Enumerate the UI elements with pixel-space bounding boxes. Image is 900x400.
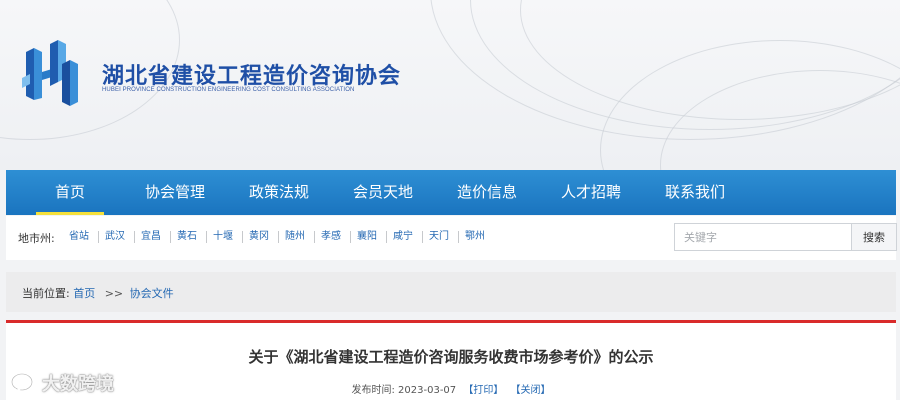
article-panel: 关于《湖北省建设工程造价咨询服务收费市场参考价》的公示 发布时间: 2023-0… [6, 320, 896, 400]
watermark-text: 大数跨境 [42, 374, 114, 395]
site-subtitle: HUBEI PROVINCE CONSTRUCTION ENGINEERING … [102, 87, 355, 93]
article-title: 关于《湖北省建设工程造价咨询服务收费市场参考价》的公示 [248, 348, 654, 366]
breadcrumb-label: 当前位置: [22, 287, 70, 300]
search-input[interactable] [674, 223, 852, 251]
city-label: 地市州: [18, 232, 55, 245]
print-link[interactable]: 【打印】 [463, 385, 503, 396]
city-link[interactable]: 黄冈 [243, 231, 279, 243]
header-banner: 湖北省建设工程造价咨询协会 HUBEI PROVINCE CONSTRUCTIO… [0, 0, 900, 170]
search-button[interactable]: 搜索 [851, 223, 897, 251]
publish-date-label: 发布时间: [351, 385, 395, 396]
breadcrumb-home-link[interactable]: 首页 [73, 287, 95, 300]
city-list: 省站 武汉 宜昌 黄石 十堰 黄冈 随州 孝感 襄阳 咸宁 天门 鄂州 [63, 230, 494, 244]
city-link[interactable]: 鄂州 [459, 231, 494, 243]
watermark: 大数跨境 [10, 370, 114, 396]
close-link[interactable]: 【关闭】 [511, 385, 551, 396]
nav-item-policy[interactable]: 政策法规 [236, 170, 322, 215]
city-link[interactable]: 咸宁 [387, 231, 423, 243]
nav-item-association[interactable]: 协会管理 [132, 170, 218, 215]
nav-item-members[interactable]: 会员天地 [340, 170, 426, 215]
nav-item-home[interactable]: 首页 [34, 170, 106, 215]
publish-date: 2023-03-07 [398, 385, 457, 396]
association-logo-icon [22, 40, 78, 106]
main-nav: 首页 协会管理 政策法规 会员天地 造价信息 人才招聘 联系我们 [6, 170, 896, 215]
city-link[interactable]: 天门 [423, 231, 459, 243]
city-link[interactable]: 襄阳 [351, 231, 387, 243]
city-link[interactable]: 黄石 [171, 231, 207, 243]
chat-bubble-icon [10, 372, 34, 394]
nav-item-cost-info[interactable]: 造价信息 [444, 170, 530, 215]
city-link[interactable]: 随州 [279, 231, 315, 243]
city-link[interactable]: 十堰 [207, 231, 243, 243]
city-bar: 地市州: 省站 武汉 宜昌 黄石 十堰 黄冈 随州 孝感 襄阳 咸宁 天门 鄂州… [6, 216, 897, 260]
breadcrumb-separator: >> [104, 287, 124, 300]
city-link[interactable]: 孝感 [315, 231, 351, 243]
nav-item-contact[interactable]: 联系我们 [652, 170, 738, 215]
breadcrumb-current[interactable]: 协会文件 [130, 287, 174, 300]
breadcrumb-bar: 当前位置: 首页 >> 协会文件 [6, 272, 896, 312]
city-link[interactable]: 省站 [63, 231, 99, 243]
nav-item-jobs[interactable]: 人才招聘 [548, 170, 634, 215]
breadcrumb: 当前位置: 首页 >> 协会文件 [22, 285, 174, 301]
city-link[interactable]: 宜昌 [135, 231, 171, 243]
article-meta: 发布时间: 2023-03-07 【打印】 【关闭】 [6, 381, 896, 396]
city-link[interactable]: 武汉 [99, 231, 135, 243]
site-title: 湖北省建设工程造价咨询协会 [102, 64, 402, 89]
